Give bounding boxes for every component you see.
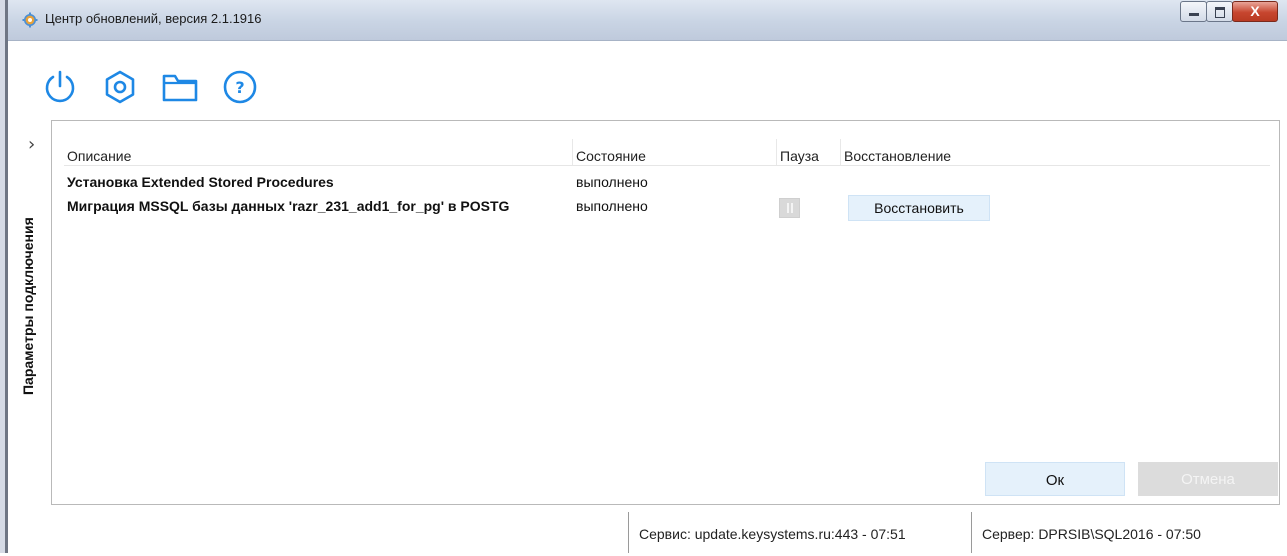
toolbar: ? [41,68,259,108]
power-icon [45,70,75,103]
window-controls: X [1180,1,1278,23]
row-state: выполнено [576,198,648,214]
open-folder-button[interactable] [161,68,199,106]
close-button[interactable]: X [1232,1,1278,22]
help-button[interactable]: ? [221,68,259,106]
restore-button[interactable]: Восстановить [848,195,990,221]
minimize-button[interactable] [1180,1,1207,22]
column-header-restore[interactable]: Восстановление [840,139,1270,165]
power-button[interactable] [41,68,79,106]
app-gear-icon [22,12,38,28]
window-frame-left [0,0,8,553]
status-server: Сервер: DPRSIB\SQL2016 - 07:50 [971,512,1287,553]
help-icon: ? [223,70,257,104]
grid-header: Описание Состояние Пауза Восстановление [64,139,1270,166]
maximize-button[interactable] [1206,1,1233,22]
row-description: Установка Extended Stored Procedures [67,174,334,190]
row-description: Миграция MSSQL базы данных 'razr_231_add… [67,198,510,214]
ok-button[interactable]: Ок [985,462,1125,496]
pause-icon[interactable] [779,198,800,218]
chevron-right-icon[interactable]: › [28,134,35,155]
settings-hex-icon [105,70,135,104]
table-row[interactable]: Миграция MSSQL базы данных 'razr_231_add… [64,195,1270,223]
svg-text:?: ? [235,78,244,97]
folder-icon [162,74,198,102]
tasks-panel: Описание Состояние Пауза Восстановление … [51,120,1280,505]
connection-settings-label[interactable]: Параметры подключения [20,217,36,395]
column-header-pause[interactable]: Пауза [776,139,840,165]
window-title: Центр обновлений, версия 2.1.1916 [45,11,262,26]
row-state: выполнено [576,174,648,190]
table-row[interactable]: Установка Extended Stored Procedures вып… [64,171,1270,193]
cancel-button[interactable]: Отмена [1138,462,1278,496]
close-icon: X [1250,3,1260,19]
column-header-state[interactable]: Состояние [572,139,776,165]
title-bar[interactable]: Центр обновлений, версия 2.1.1916 X [8,0,1287,41]
settings-button[interactable] [101,68,139,106]
update-center-window: Центр обновлений, версия 2.1.1916 X ? › … [8,0,1287,553]
column-header-description[interactable]: Описание [64,139,572,165]
status-service: Сервис: update.keysystems.ru:443 - 07:51 [628,512,971,553]
status-bar: Сервис: update.keysystems.ru:443 - 07:51… [628,512,1287,553]
